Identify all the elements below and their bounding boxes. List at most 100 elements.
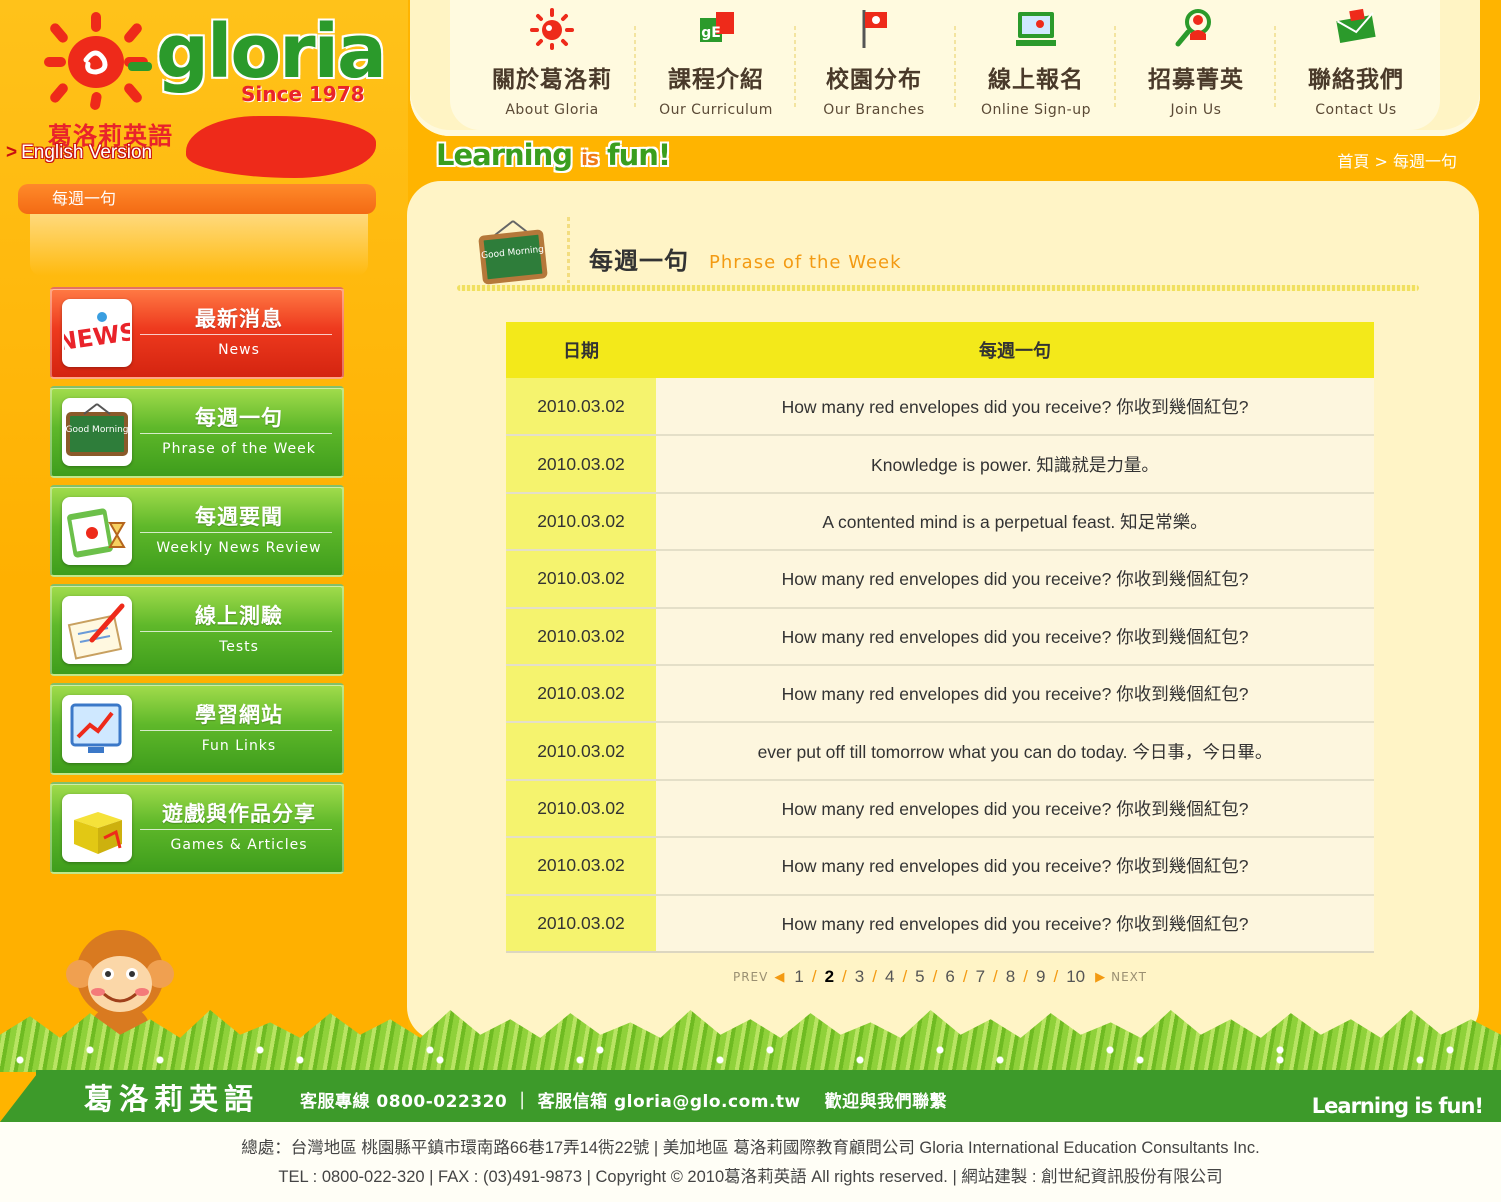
chalkboard-icon: Good Morning (62, 398, 132, 466)
chalkboard-icon: Good Morning (478, 220, 548, 285)
page-link-4[interactable]: 4 (881, 967, 898, 987)
decorative-splash (186, 116, 376, 178)
nav-our-branches[interactable]: 校園分布 Our Branches (794, 6, 954, 124)
row-phrase-link[interactable]: How many red envelopes did you receive? … (656, 894, 1374, 953)
current-section-bar: 每週一句 (18, 184, 376, 214)
page-link-10[interactable]: 10 (1062, 967, 1089, 987)
table-row: 2010.03.02 How many red envelopes did you… (506, 607, 1374, 666)
main-content: Good Morning 每週一句 Phrase of the Week 日期 … (407, 181, 1479, 1041)
row-date: 2010.03.02 (506, 607, 656, 666)
monitor-chart-icon (62, 695, 132, 763)
page-separator: / (842, 967, 847, 986)
gloria-logo[interactable]: gloria Since 1978 (36, 10, 387, 115)
row-phrase-link[interactable]: How many red envelopes did you receive? … (656, 664, 1374, 724)
menu-divider (140, 631, 332, 632)
menu-divider (140, 433, 332, 434)
svg-text:NEWS: NEWS (64, 318, 130, 357)
menu-divider (140, 334, 332, 335)
menu-divider (140, 532, 332, 533)
page-link-6[interactable]: 6 (941, 967, 958, 987)
chevron-right-icon: > (6, 142, 18, 163)
page-separator: / (872, 967, 877, 986)
page-link-5[interactable]: 5 (911, 967, 928, 987)
row-date: 2010.03.02 (506, 894, 656, 953)
table-header-row: 日期 每週一句 (506, 322, 1374, 378)
slogan: Learning is fun! (436, 138, 671, 172)
next-button[interactable]: NEXT (1111, 970, 1147, 984)
row-phrase-link[interactable]: A contented mind is a perpetual feast. 知… (656, 492, 1374, 552)
nav-label-zh: 關於葛洛莉 (492, 67, 612, 93)
slogan-word-2: is (581, 146, 599, 170)
column-header-date: 日期 (506, 322, 656, 378)
english-version-link[interactable]: > English Version (6, 142, 152, 164)
logo-since: Since 1978 (241, 82, 365, 106)
nav-online-signup[interactable]: 線上報名 Online Sign-up (956, 6, 1116, 124)
calendar-hourglass-icon (62, 497, 132, 565)
row-date: 2010.03.02 (506, 664, 656, 724)
envelope-icon (1336, 8, 1376, 43)
footer-contact: 客服專線 0800-022320 ｜ 客服信箱 gloria@glo.com.t… (300, 1092, 948, 1112)
logo-wordmark: gloria (156, 9, 387, 95)
page-link-8[interactable]: 8 (1002, 967, 1019, 987)
menu-subtitle: Weekly News Review (156, 540, 322, 556)
page-link-7[interactable]: 7 (972, 967, 989, 987)
sidebar-item-phrase-of-the-week[interactable]: Good Morning 每週一句 Phrase of the Week (50, 386, 344, 478)
gift-box-icon (62, 794, 132, 862)
page-separator: / (1053, 967, 1059, 986)
english-version-label: English Version (21, 142, 153, 163)
nav-contact-us[interactable]: 聯絡我們 Contact Us (1276, 6, 1436, 124)
menu-divider (140, 829, 332, 830)
nav-about-gloria[interactable]: 關於葛洛莉 About Gloria (472, 6, 632, 124)
nav-our-curriculum[interactable]: gE 課程介紹 Our Curriculum (636, 6, 796, 124)
arrow-left-icon[interactable]: ◀ (774, 969, 784, 985)
page-subtitle: Phrase of the Week (709, 252, 902, 273)
row-phrase-link[interactable]: ever put off till tomorrow what you can … (656, 722, 1374, 781)
sidebar-item-news[interactable]: NEWS 最新消息 News (50, 287, 344, 379)
prev-button[interactable]: PREV (733, 970, 768, 984)
page-separator: / (902, 967, 908, 986)
table-row: 2010.03.02 Knowledge is power. 知識就是力量。 (506, 435, 1374, 494)
menu-subtitle: Fun Links (201, 738, 277, 754)
row-date: 2010.03.02 (506, 550, 656, 609)
sidebar-item-weekly-news-review[interactable]: 每週要聞 Weekly News Review (50, 485, 344, 577)
menu-subtitle: News (218, 342, 260, 358)
sun-logo-icon (44, 12, 152, 110)
nav-label-en: Contact Us (1315, 102, 1397, 118)
row-phrase-link[interactable]: How many red envelopes did you receive? … (656, 607, 1374, 666)
nav-label-zh: 招募菁英 (1148, 67, 1244, 93)
footer-band: 葛洛莉英語 客服專線 0800-022320 ｜ 客服信箱 gloria@glo… (36, 1070, 1501, 1122)
table-row: 2010.03.02 How many red envelopes did you… (506, 837, 1374, 896)
news-icon: NEWS (62, 299, 132, 367)
nav-label-zh: 線上報名 (988, 67, 1084, 93)
row-date: 2010.03.02 (506, 492, 656, 552)
nav-label-en: Our Branches (823, 102, 925, 118)
page-separator: / (993, 967, 998, 986)
row-phrase-link[interactable]: Knowledge is power. 知識就是力量。 (656, 435, 1374, 494)
footer-address: 總處：台灣地區 桃園縣平鎮市環南路66巷17弄14衖22號 | 美加地區 葛洛莉… (241, 1139, 1260, 1157)
row-date: 2010.03.02 (506, 722, 656, 781)
nav-label-en: Join Us (1170, 102, 1222, 118)
row-phrase-link[interactable]: How many red envelopes did you receive? … (656, 550, 1374, 609)
menu-title: 每週一句 (195, 406, 283, 430)
menu-title: 每週要聞 (195, 505, 283, 529)
menu-title: 遊戲與作品分享 (162, 802, 316, 826)
sidebar-item-fun-links[interactable]: 學習網站 Fun Links (50, 683, 344, 775)
page-separator: / (932, 967, 938, 986)
phrases-table: 日期 每週一句 2010.03.02 How many red envelopes… (506, 322, 1374, 953)
svg-text:gE: gE (701, 25, 721, 41)
row-phrase-link[interactable]: How many red envelopes did you receive? … (656, 837, 1374, 896)
nav-join-us[interactable]: 招募菁英 Join Us (1116, 6, 1276, 124)
page-link-3[interactable]: 3 (851, 967, 868, 987)
footer-copyright: TEL : 0800-022-320 | FAX : (03)491-9873 … (278, 1168, 1223, 1186)
sidebar-item-games-articles[interactable]: 遊戲與作品分享 Games & Articles (50, 782, 344, 874)
page-link-2[interactable]: 2 (821, 967, 838, 987)
page-link-9[interactable]: 9 (1032, 967, 1049, 987)
breadcrumb[interactable]: 首頁 > 每週一句 (1337, 148, 1457, 172)
sidebar-item-tests[interactable]: 線上測驗 Tests (50, 584, 344, 676)
table-body: 2010.03.02 How many red envelopes did you… (506, 378, 1374, 953)
nav-label-zh: 課程介紹 (668, 67, 764, 93)
arrow-right-icon[interactable]: ▶ (1095, 969, 1105, 985)
row-phrase-link[interactable]: How many red envelopes did you receive? … (656, 779, 1374, 839)
page-link-1[interactable]: 1 (790, 967, 807, 987)
row-phrase-link[interactable]: How many red envelopes did you receive? … (656, 378, 1374, 437)
